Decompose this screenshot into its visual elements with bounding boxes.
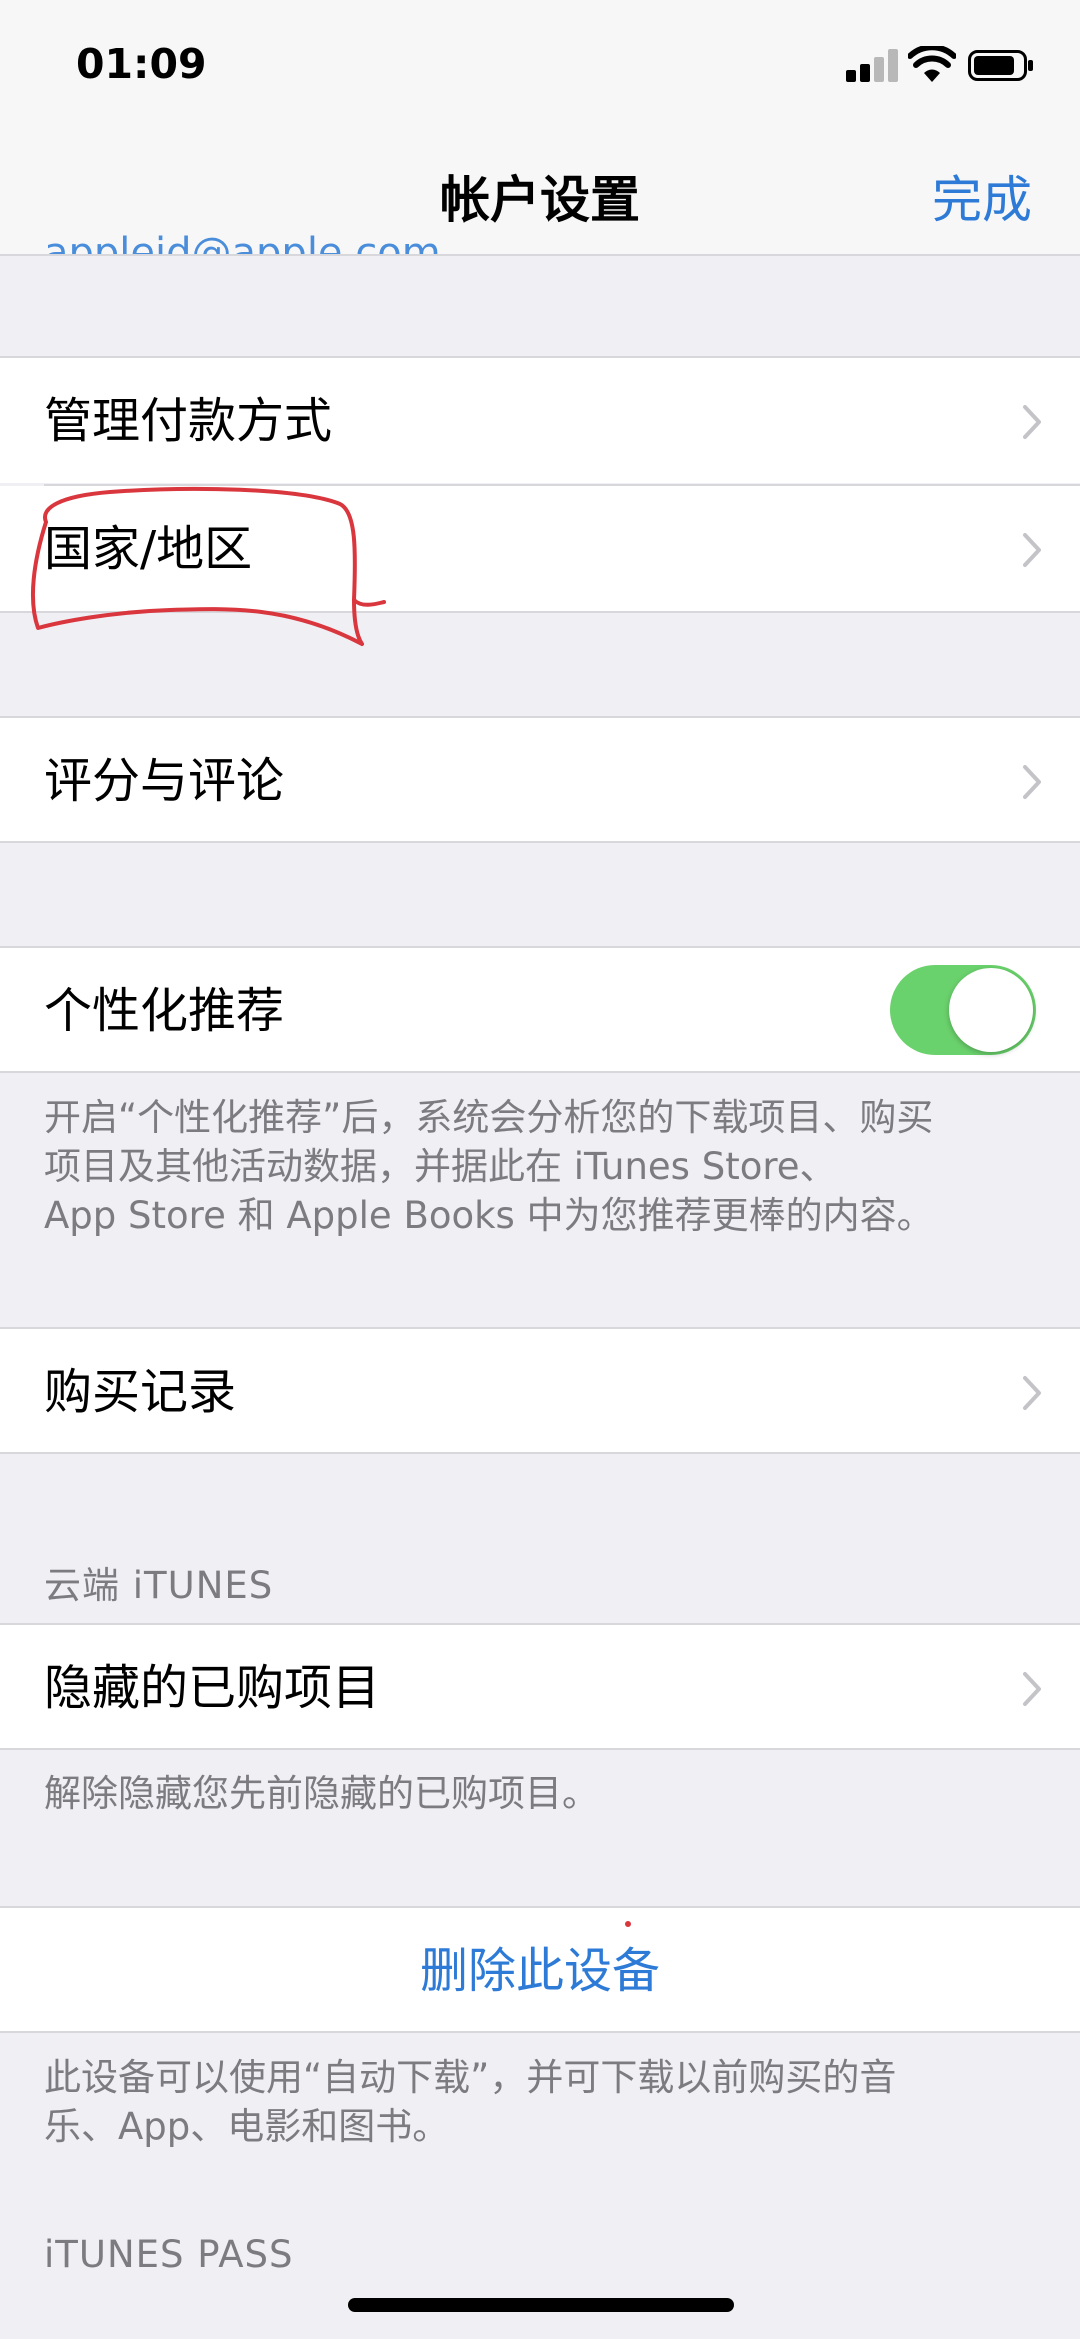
personalized-footer-line3: App Store 和 Apple Books 中为您推荐更棒的内容。 — [44, 1194, 934, 1237]
remove-device-row[interactable]: 删除此设备 — [0, 1906, 1080, 2033]
personalized-recommendations-row: 个性化推荐 — [0, 946, 1080, 1073]
chevron-right-icon — [1023, 405, 1041, 439]
chevron-right-icon — [1023, 1376, 1041, 1410]
remove-device-footer-line1: 此设备可以使用“自动下载”，并可下载以前购买的音 — [44, 2056, 897, 2099]
remove-device-button[interactable]: 删除此设备 — [0, 1908, 1080, 2035]
personalized-footer: 开启“个性化推荐”后，系统会分析您的下载项目、购买 项目及其他活动数据，并据此在… — [44, 1093, 1044, 1240]
purchase-history-row[interactable]: 购买记录 — [0, 1327, 1080, 1454]
wifi-icon — [908, 46, 956, 82]
personalized-footer-line1: 开启“个性化推荐”后，系统会分析您的下载项目、购买 — [44, 1096, 934, 1139]
page-title: 帐户设置 — [440, 171, 640, 229]
hidden-purchases-row[interactable]: 隐藏的已购项目 — [0, 1623, 1080, 1750]
navigation-bar: appleid@apple.com 帐户设置 完成 — [0, 130, 1080, 256]
chevron-right-icon — [1023, 533, 1041, 567]
remove-device-footer-line2: 乐、App、电影和图书。 — [44, 2105, 450, 2148]
status-time: 01:09 — [76, 40, 207, 88]
manage-payment-row[interactable]: 管理付款方式 — [0, 356, 1080, 483]
itunes-pass-section-header: iTUNES PASS — [44, 2233, 294, 2276]
remove-device-footer: 此设备可以使用“自动下载”，并可下载以前购买的音 乐、App、电影和图书。 — [44, 2053, 1044, 2151]
personalized-recommendations-toggle[interactable] — [890, 965, 1036, 1055]
manage-payment-label: 管理付款方式 — [44, 393, 333, 449]
itunes-cloud-section-header: 云端 iTUNES — [44, 1564, 274, 1607]
country-region-row[interactable]: 国家/地区 — [0, 486, 1080, 613]
toggle-knob — [949, 968, 1033, 1052]
done-button[interactable]: 完成 — [932, 160, 1032, 232]
country-region-label: 国家/地区 — [44, 521, 253, 577]
home-indicator[interactable] — [348, 2298, 734, 2312]
hidden-purchases-footer: 解除隐藏您先前隐藏的已购项目。 — [44, 1772, 599, 1815]
status-bar: 01:09 — [0, 0, 1080, 130]
apple-id-email: appleid@apple.com — [44, 230, 441, 256]
personalized-recommendations-label: 个性化推荐 — [44, 983, 285, 1039]
chevron-right-icon — [1023, 765, 1041, 799]
chevron-right-icon — [1023, 1672, 1041, 1706]
ratings-reviews-label: 评分与评论 — [44, 753, 285, 809]
personalized-footer-line2: 项目及其他活动数据，并据此在 iTunes Store、 — [44, 1145, 837, 1188]
battery-icon — [968, 50, 1033, 81]
hidden-purchases-label: 隐藏的已购项目 — [44, 1660, 381, 1716]
cellular-signal-icon — [846, 48, 898, 82]
purchase-history-label: 购买记录 — [44, 1364, 237, 1420]
ratings-reviews-row[interactable]: 评分与评论 — [0, 716, 1080, 843]
